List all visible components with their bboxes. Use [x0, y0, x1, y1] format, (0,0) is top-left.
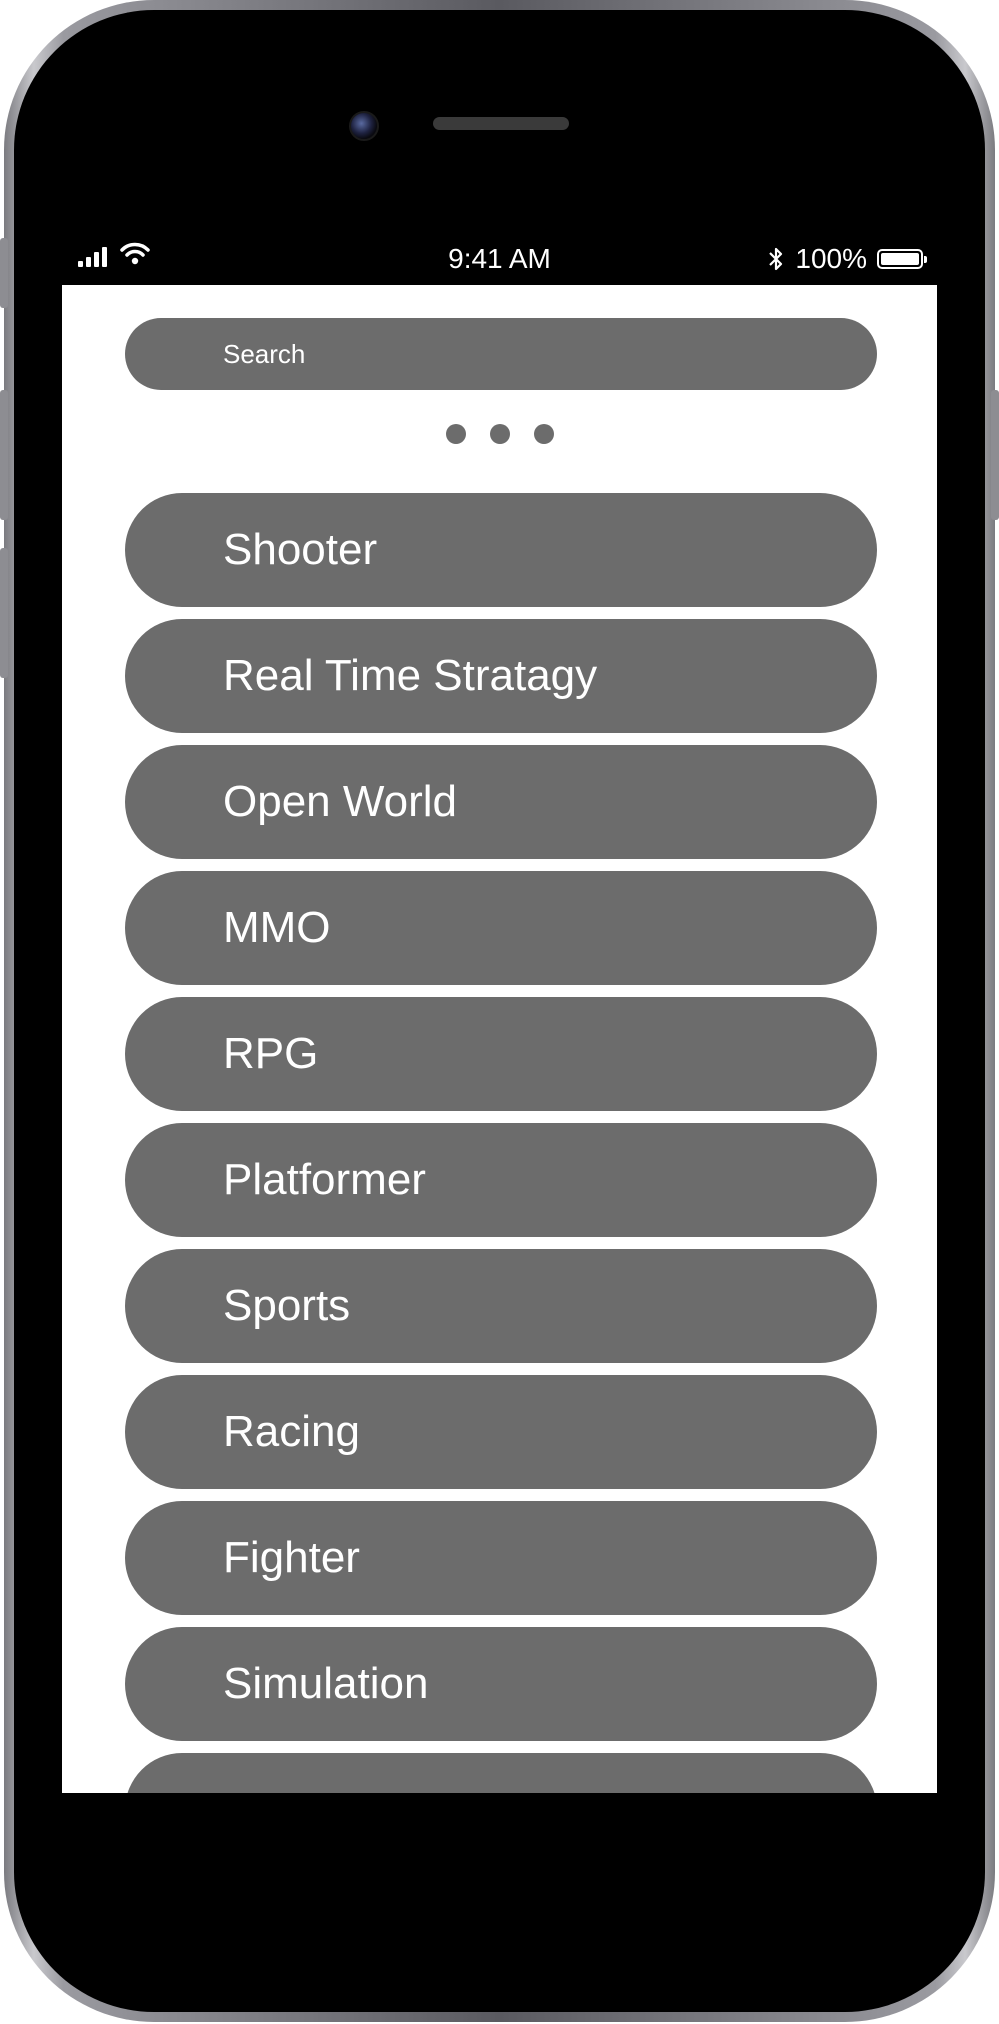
dot: [445, 424, 466, 444]
earpiece-speaker: [433, 117, 569, 130]
genre-button-platformer[interactable]: Platformer: [125, 1123, 877, 1237]
dot: [533, 424, 554, 444]
battery-fill: [881, 253, 919, 265]
volume-up-button: [0, 390, 8, 520]
genre-button-fighter[interactable]: Fighter: [125, 1501, 877, 1615]
search-input[interactable]: Search: [125, 318, 877, 390]
genre-button-shooter[interactable]: Shooter: [125, 493, 877, 607]
genre-list: Shooter Real Time Stratagy Open World MM…: [125, 493, 877, 1793]
power-button: [991, 390, 999, 520]
battery-icon: [877, 249, 927, 269]
battery-percent: 100%: [795, 243, 867, 274]
app-screen: Search Shooter Real Time Stratagy Open W…: [62, 285, 937, 1793]
genre-button-sports[interactable]: Sports: [125, 1249, 877, 1363]
status-bar: 9:41 AM 100%: [62, 235, 937, 285]
dot: [489, 424, 510, 444]
genre-button-rpg[interactable]: RPG: [125, 997, 877, 1111]
genre-button-mmo[interactable]: MMO: [125, 871, 877, 985]
genre-button-partial[interactable]: [125, 1753, 877, 1793]
genre-button-open-world[interactable]: Open World: [125, 745, 877, 859]
more-dots-icon[interactable]: [62, 424, 937, 444]
genre-button-real-time-strategy[interactable]: Real Time Stratagy: [125, 619, 877, 733]
genre-button-racing[interactable]: Racing: [125, 1375, 877, 1489]
bluetooth-icon: [769, 247, 783, 271]
front-camera: [349, 111, 379, 141]
mute-switch: [0, 238, 8, 308]
genre-button-simulation[interactable]: Simulation: [125, 1627, 877, 1741]
volume-down-button: [0, 548, 8, 678]
